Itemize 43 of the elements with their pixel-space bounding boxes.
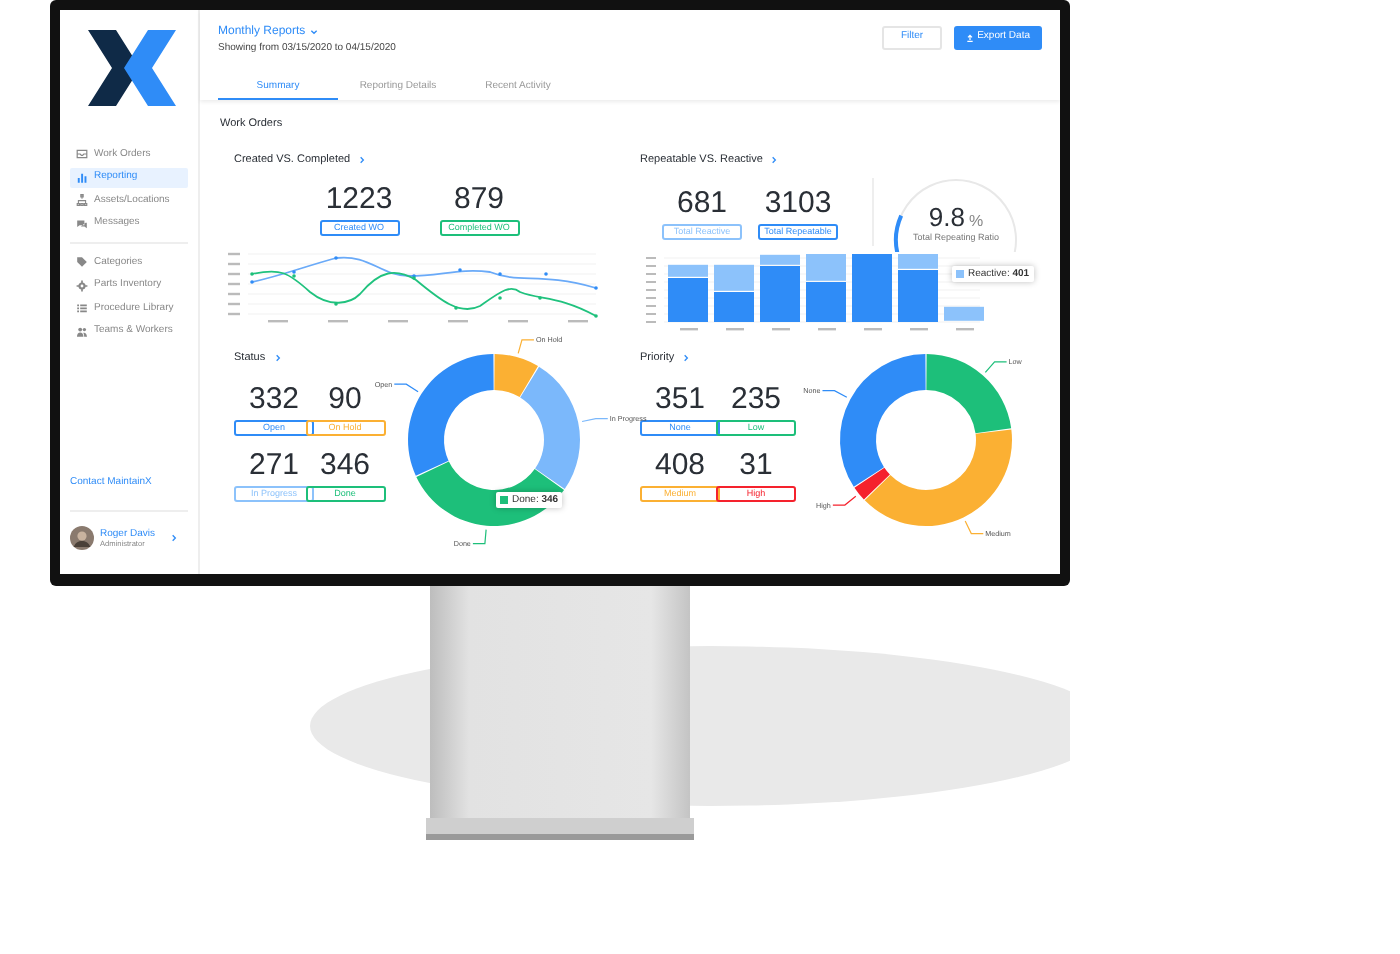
legend-swatch-icon (500, 496, 508, 504)
ratio-value: 9.8 (928, 204, 965, 232)
bar-chart-icon (76, 171, 88, 184)
list-icon (76, 302, 88, 315)
leader-line (832, 495, 857, 506)
stat-value: 346 (319, 448, 371, 482)
stat-value: 332 (248, 382, 300, 416)
chevron-down-icon (309, 28, 318, 36)
leader-line (472, 529, 487, 545)
inbox-icon (76, 148, 88, 161)
people-icon (76, 325, 88, 338)
chat-icon (76, 217, 88, 230)
stat-value: 235 (730, 382, 782, 416)
leader-line (821, 390, 848, 398)
leader-line (964, 520, 984, 535)
gear-icon (76, 279, 88, 292)
stat-value: 271 (248, 448, 300, 482)
donut-slice[interactable] (520, 366, 580, 489)
donut-slice[interactable] (854, 467, 890, 500)
leader-line (393, 383, 419, 393)
leader-line (984, 361, 1008, 373)
stat-value: 90 (328, 382, 362, 416)
stat-value: 31 (739, 448, 773, 482)
donut-slice[interactable] (926, 354, 1012, 434)
donut-slice[interactable] (840, 354, 926, 487)
legend-swatch-icon (956, 270, 964, 278)
hierarchy-icon (76, 194, 88, 207)
stat-value: 879 (453, 182, 505, 216)
ratio-unit: % (968, 212, 984, 232)
stat-value: 3103 (764, 185, 832, 219)
donut-slice[interactable] (864, 429, 1012, 526)
upload-icon (965, 34, 974, 42)
stat-value: 408 (654, 448, 706, 482)
tag-icon (76, 256, 88, 269)
donut-slice[interactable] (408, 354, 494, 476)
leader-line (581, 418, 609, 423)
donut-slice[interactable] (494, 354, 538, 398)
stat-value: 1223 (325, 182, 393, 216)
x-logo-icon (88, 30, 176, 106)
avatar-icon (70, 526, 94, 550)
leader-line (517, 339, 535, 354)
stat-value: 681 (676, 185, 728, 219)
stat-value: 351 (654, 382, 706, 416)
